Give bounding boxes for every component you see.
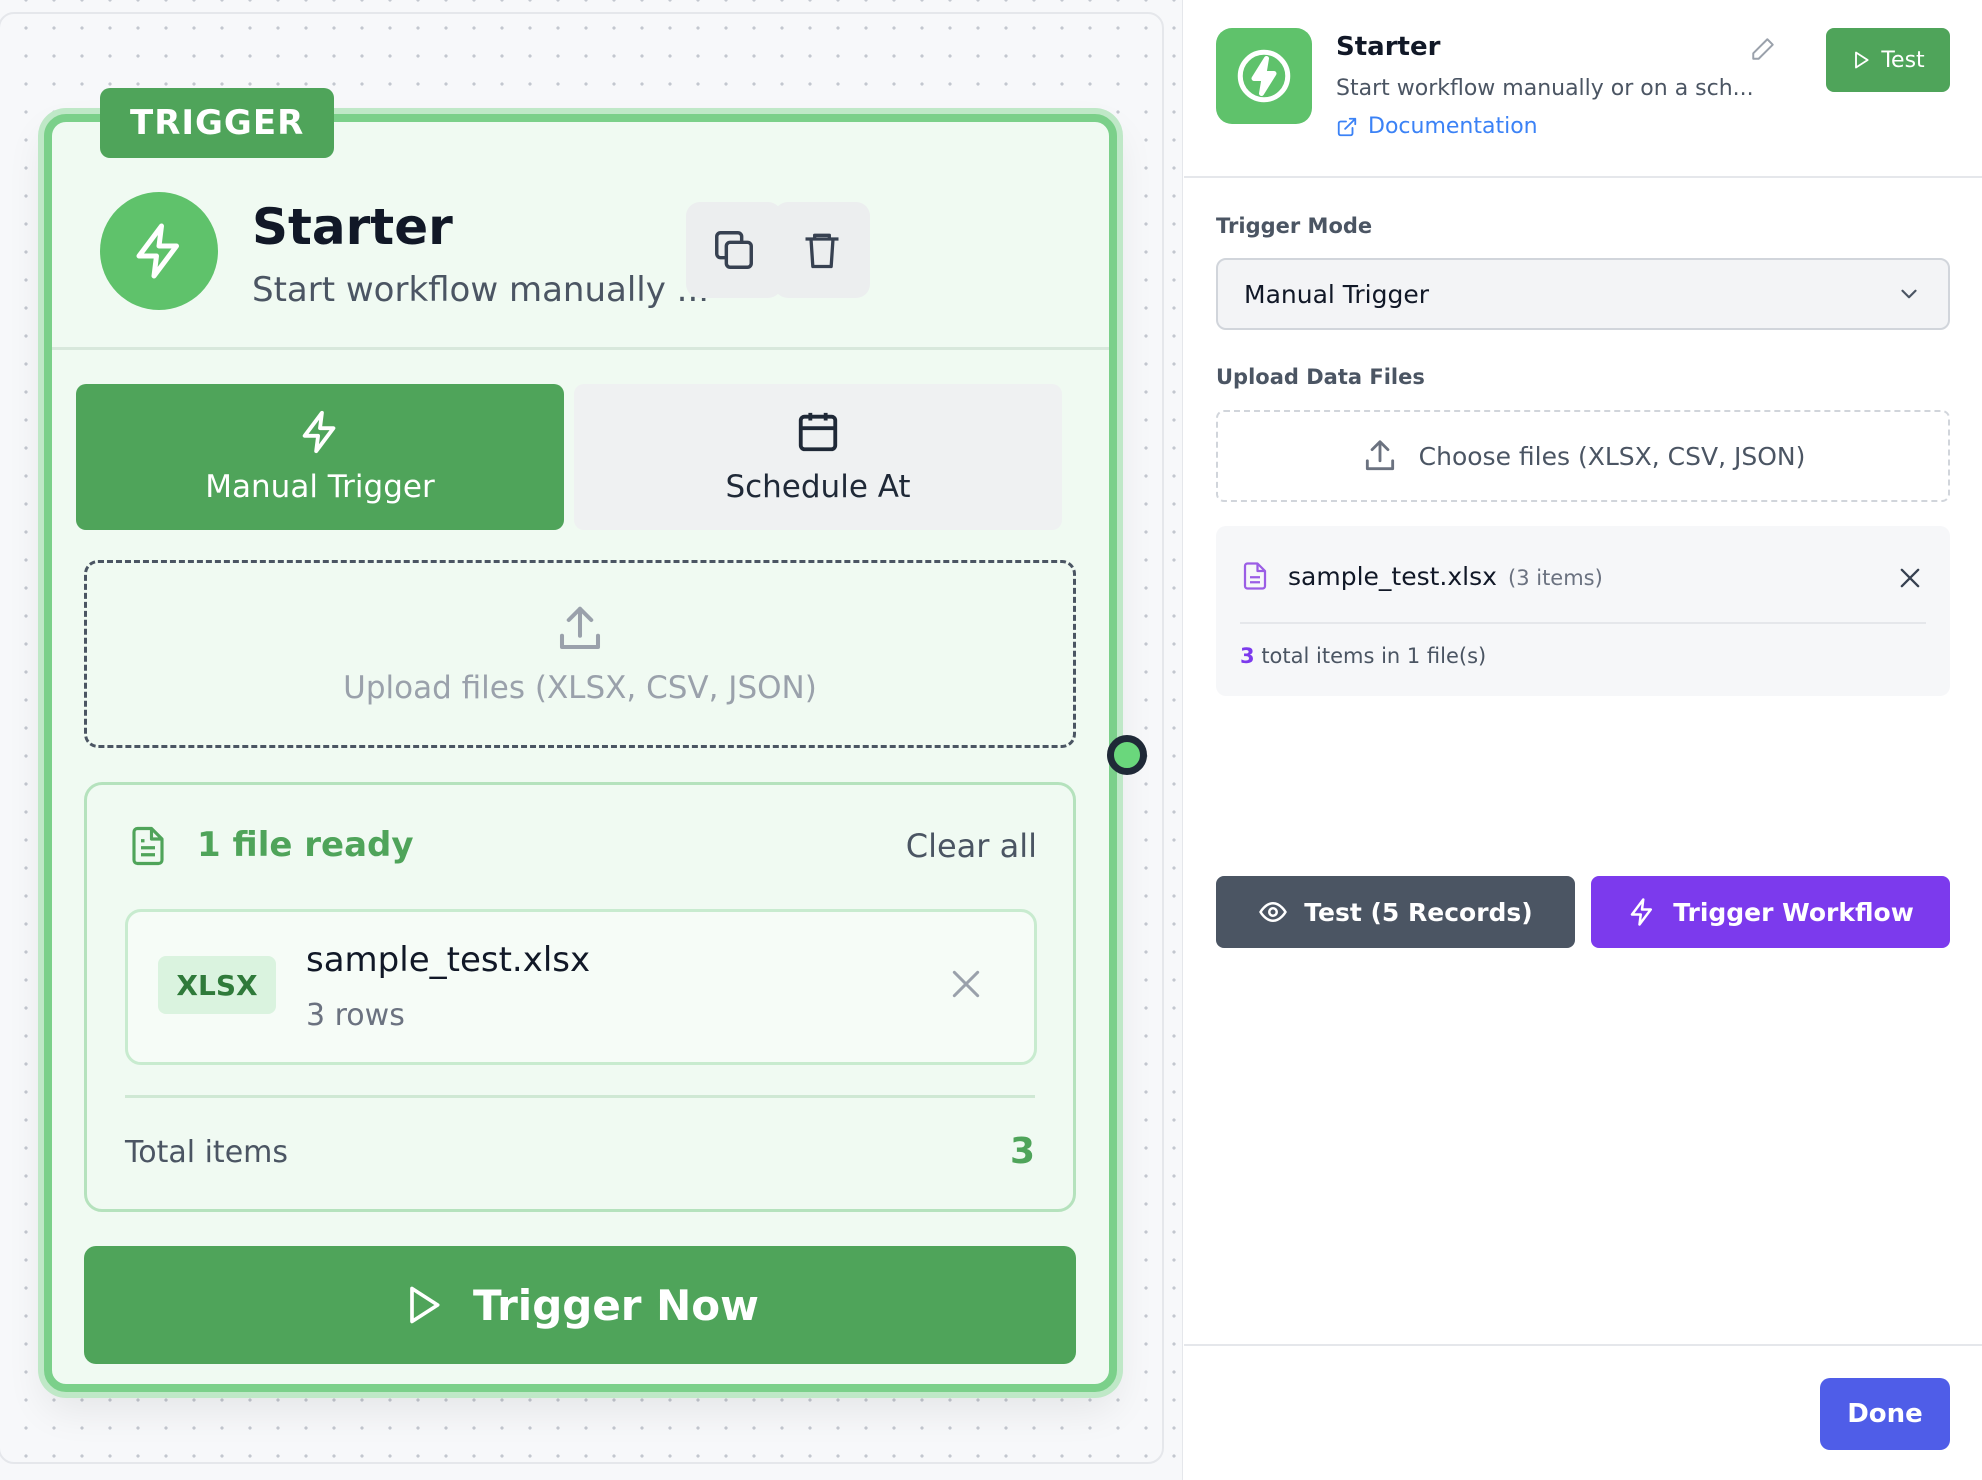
file-type-badge: XLSX [158, 956, 276, 1014]
test-button[interactable]: Test [1826, 28, 1950, 92]
play-icon [1855, 51, 1869, 69]
test-records-label: Test (5 Records) [1304, 897, 1533, 927]
lightning-icon [100, 192, 218, 310]
panel-title: Starter [1336, 32, 1441, 62]
trigger-mode-label: Trigger Mode [1216, 214, 1373, 238]
copy-icon [715, 231, 753, 269]
trigger-mode-select[interactable]: Manual Trigger [1216, 258, 1950, 330]
file-text-icon [1240, 560, 1270, 596]
eye-icon [1259, 902, 1287, 922]
calendar-icon [798, 412, 838, 452]
file-name: sample_test.xlsx [306, 940, 591, 980]
play-icon [410, 1286, 440, 1324]
delete-node-button[interactable] [774, 202, 870, 298]
trigger-now-button[interactable]: Trigger Now [84, 1246, 1076, 1364]
edit-name-button[interactable] [1750, 36, 1776, 66]
upload-icon [559, 606, 601, 650]
node-title: Starter [252, 198, 453, 256]
output-connection-handle[interactable] [1107, 735, 1147, 775]
choose-files-button[interactable]: Choose files (XLSX, CSV, JSON) [1216, 410, 1950, 502]
total-items-text: total items in 1 file(s) [1261, 644, 1487, 668]
workflow-canvas[interactable]: TRIGGER Starter Start workflow manually … [0, 0, 1183, 1480]
test-records-button[interactable]: Test (5 Records) [1216, 876, 1575, 948]
external-link-icon [1337, 117, 1357, 136]
lightning-icon [1630, 898, 1653, 926]
files-ready-panel: 1 file ready Clear all XLSX sample_test.… [84, 782, 1076, 1212]
upload-label: Upload files (XLSX, CSV, JSON) [343, 670, 817, 706]
trigger-now-label: Trigger Now [473, 1280, 759, 1330]
starter-node[interactable]: Starter Start workflow manually ... Manu… [44, 114, 1117, 1392]
file-row-count: 3 rows [306, 998, 405, 1033]
clear-all-button[interactable]: Clear all [906, 827, 1037, 865]
file-item-count: (3 items) [1508, 566, 1603, 590]
lightning-icon [302, 410, 336, 454]
documentation-label: Documentation [1368, 114, 1538, 139]
mode-schedule-at[interactable]: Schedule At [574, 384, 1062, 530]
node-subtitle: Start workflow manually ... [252, 270, 710, 310]
node-config-panel: Starter Start workflow manually or on a … [1184, 0, 1982, 1480]
choose-files-label: Choose files (XLSX, CSV, JSON) [1418, 441, 1806, 471]
upload-icon [1365, 440, 1394, 471]
trash-icon [805, 233, 839, 269]
upload-data-files-label: Upload Data Files [1216, 365, 1425, 389]
mode-label: Schedule At [725, 469, 911, 505]
remove-file-button[interactable] [1896, 564, 1924, 596]
documentation-link[interactable]: Documentation [1336, 114, 1538, 139]
duplicate-node-button[interactable] [686, 202, 782, 298]
starter-icon [1216, 28, 1312, 124]
remove-file-button[interactable] [946, 964, 986, 1008]
file-item: XLSX sample_test.xlsx 3 rows [125, 909, 1037, 1065]
files-ready-title: 1 file ready [197, 825, 414, 865]
total-items-label: Total items [125, 1135, 289, 1170]
upload-dropzone[interactable]: Upload files (XLSX, CSV, JSON) [84, 560, 1076, 748]
close-icon [1900, 568, 1920, 588]
total-items-summary: 3 total items in 1 file(s) [1240, 644, 1486, 668]
mode-label: Manual Trigger [205, 469, 435, 505]
divider [1184, 1344, 1982, 1346]
trigger-workflow-button[interactable]: Trigger Workflow [1591, 876, 1950, 948]
divider [1184, 176, 1982, 178]
mode-manual-trigger[interactable]: Manual Trigger [76, 384, 564, 530]
close-icon [952, 970, 980, 998]
trigger-mode-value: Manual Trigger [1244, 279, 1430, 309]
divider [1240, 622, 1926, 624]
node-type-tag: TRIGGER [100, 88, 335, 158]
test-label: Test [1881, 47, 1925, 73]
total-items-value: 3 [1009, 1131, 1035, 1172]
uploaded-file-list: sample_test.xlsx (3 items) 3 total items… [1216, 526, 1950, 696]
trigger-workflow-label: Trigger Workflow [1673, 897, 1914, 927]
done-button[interactable]: Done [1820, 1378, 1950, 1450]
divider [125, 1095, 1035, 1098]
chevron-down-icon [1901, 289, 1917, 299]
panel-subtitle: Start workflow manually or on a sch... [1336, 76, 1754, 101]
file-name: sample_test.xlsx [1288, 562, 1497, 591]
file-text-icon [127, 823, 169, 873]
total-items-count: 3 [1240, 644, 1255, 668]
pencil-icon [1752, 38, 1774, 60]
